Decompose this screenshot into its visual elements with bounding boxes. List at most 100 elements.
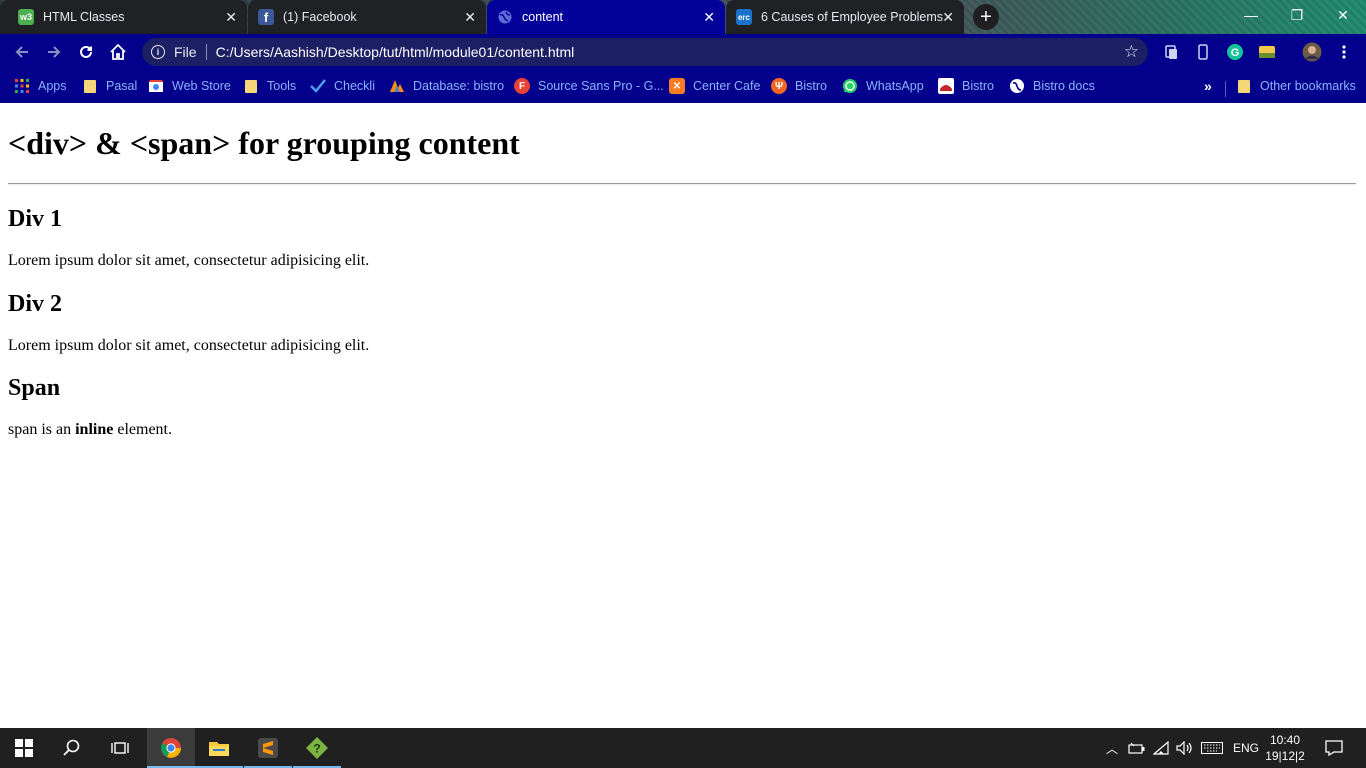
close-window-button[interactable]: ✕	[1320, 0, 1366, 30]
scheme-label: File	[174, 44, 197, 60]
chevron-up-icon: ︿	[1105, 741, 1118, 756]
info-icon[interactable]: i	[151, 45, 165, 59]
other-bookmarks[interactable]: Other bookmarks	[1236, 76, 1356, 96]
bookmark-apps[interactable]: Apps	[14, 76, 67, 96]
start-button[interactable]	[0, 728, 48, 768]
tray-network[interactable]	[1150, 728, 1172, 768]
section-text-div2: Lorem ipsum dolor sit amet, consectetur …	[8, 337, 370, 354]
back-button[interactable]	[8, 38, 36, 66]
close-icon[interactable]: ✕	[703, 9, 715, 25]
minimize-icon: —	[1244, 7, 1258, 23]
bookmarks-overflow-button[interactable]: »	[1204, 76, 1212, 96]
svg-text:G: G	[1231, 47, 1240, 59]
bookmark-bistro-2[interactable]: Bistro	[938, 76, 994, 96]
clock-date: 19|12|2	[1265, 749, 1305, 763]
bookmark-label: Bistro docs	[1033, 79, 1095, 93]
bookmark-label: Web Store	[172, 79, 231, 93]
tab-title: 6 Causes of Employee Problems	[761, 10, 944, 24]
bookmark-label: Source Sans Pro - G...	[538, 79, 664, 93]
tray-keyboard[interactable]	[1198, 728, 1226, 768]
notification-icon	[1325, 740, 1343, 756]
section-text-span: span is an inline element.	[8, 420, 172, 440]
section-text-div1: Lorem ipsum dolor sit amet, consectetur …	[8, 252, 370, 269]
tab-employee-problems[interactable]: erc 6 Causes of Employee Problems ✕	[726, 0, 964, 34]
google-fonts-icon: F	[514, 78, 530, 94]
chrome-icon	[161, 738, 181, 758]
extension-phone-icon[interactable]	[1193, 42, 1213, 62]
inline-bold-text: inline	[75, 421, 114, 438]
tab-content[interactable]: content ✕	[487, 0, 725, 34]
action-center-button[interactable]	[1318, 728, 1350, 768]
home-button[interactable]	[104, 38, 132, 66]
browser-toolbar: i File C:/Users/Aashish/Desktop/tut/html…	[0, 34, 1366, 70]
taskbar-chrome[interactable]	[147, 728, 195, 768]
bookmark-label: Other bookmarks	[1260, 79, 1356, 93]
close-icon[interactable]: ✕	[464, 9, 476, 25]
minimize-button[interactable]: —	[1228, 0, 1274, 30]
bookmark-center-cafe[interactable]: ✕ Center Cafe	[669, 76, 760, 96]
divider	[205, 44, 207, 60]
close-icon[interactable]: ✕	[225, 9, 237, 25]
taskbar-sublime-text[interactable]	[244, 728, 292, 768]
show-hidden-icons-button[interactable]: ︿	[1103, 728, 1121, 768]
horizontal-rule	[8, 183, 1356, 185]
extension-yellow-icon[interactable]	[1257, 42, 1277, 62]
folder-icon	[82, 78, 98, 94]
tab-strip: w3 HTML Classes ✕ f (1) Facebook ✕ conte…	[0, 0, 1366, 34]
bookmark-label: Apps	[38, 79, 67, 93]
taskbar-file-explorer[interactable]	[195, 728, 243, 768]
address-bar[interactable]: i File C:/Users/Aashish/Desktop/tut/html…	[142, 38, 1148, 66]
bookmark-pasal[interactable]: Pasal	[82, 76, 137, 96]
tray-volume[interactable]	[1173, 728, 1195, 768]
globe-icon	[497, 9, 513, 25]
bookmark-web-store[interactable]: Web Store	[148, 76, 231, 96]
new-tab-button[interactable]: +	[973, 4, 999, 30]
bookmark-whatsapp[interactable]: WhatsApp	[842, 76, 924, 96]
close-icon[interactable]: ✕	[942, 9, 954, 25]
phpmyadmin-icon	[389, 78, 405, 94]
tray-language[interactable]: ENG	[1230, 728, 1262, 768]
taskbar: ? ︿ ENG 10:40 19|12|2	[0, 728, 1366, 768]
bookmark-star-icon[interactable]: ☆	[1124, 42, 1139, 62]
url-text[interactable]: C:/Users/Aashish/Desktop/tut/html/module…	[216, 44, 575, 60]
section-title-div2: Div 2	[8, 291, 62, 317]
bookmark-label: Tools	[267, 79, 297, 93]
bookmark-source-sans-pro[interactable]: F Source Sans Pro - G...	[514, 76, 664, 96]
sublime-text-icon	[258, 738, 278, 758]
bookmark-label: Database: bistro	[413, 79, 505, 93]
speaker-icon	[1176, 741, 1192, 755]
plus-icon: +	[980, 5, 992, 28]
forward-button[interactable]	[40, 38, 68, 66]
bistro-logo-icon	[938, 78, 954, 94]
restore-button[interactable]: ❐	[1274, 0, 1320, 30]
tray-clock[interactable]: 10:40 19|12|2	[1264, 728, 1306, 768]
bookmark-checkli[interactable]: Checkli	[310, 76, 375, 96]
search-button[interactable]	[48, 728, 96, 768]
home-icon	[110, 43, 126, 60]
help-diamond-icon: ?	[306, 737, 328, 759]
restore-icon: ❐	[1290, 6, 1304, 23]
clock-time: 10:40	[1269, 733, 1301, 747]
bookmark-bistro[interactable]: Ψ Bistro	[771, 76, 827, 96]
grammarly-icon[interactable]: G	[1225, 42, 1245, 62]
bookmark-bistro-docs[interactable]: Bistro docs	[1009, 76, 1095, 96]
text-after: element.	[113, 421, 172, 438]
task-view-icon	[111, 742, 129, 754]
menu-button[interactable]	[1334, 42, 1354, 62]
task-view-button[interactable]	[96, 728, 144, 768]
reload-button[interactable]	[72, 38, 100, 66]
arrow-left-icon	[15, 46, 28, 58]
tab-html-classes[interactable]: w3 HTML Classes ✕	[0, 0, 247, 34]
profile-avatar[interactable]	[1302, 42, 1322, 62]
tab-facebook[interactable]: f (1) Facebook ✕	[248, 0, 486, 34]
tray-battery[interactable]	[1126, 728, 1148, 768]
windows-icon	[15, 739, 33, 757]
bookmark-label: Pasal	[106, 79, 138, 93]
extension-copy-icon[interactable]	[1161, 42, 1181, 62]
folder-icon	[209, 742, 229, 756]
bookmark-database-bistro[interactable]: Database: bistro	[389, 76, 504, 96]
page-content: <div> & <span> for grouping content Div …	[0, 103, 1366, 728]
battery-icon	[1128, 742, 1145, 754]
taskbar-app-green[interactable]: ?	[293, 728, 341, 768]
bookmark-tools[interactable]: Tools	[243, 76, 296, 96]
